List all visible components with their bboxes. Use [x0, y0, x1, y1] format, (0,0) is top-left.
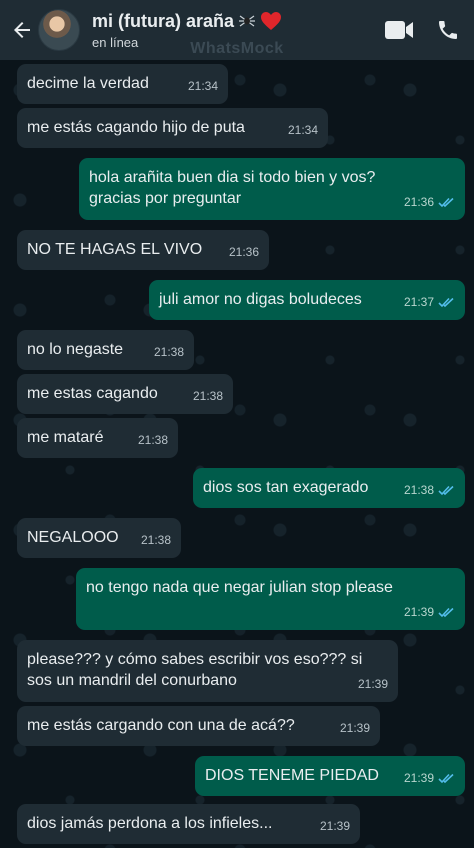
message-text: no tengo nada que negar julian stop plea… [86, 579, 393, 596]
incoming-message[interactable]: me estas cagando 21:38 [17, 374, 233, 414]
incoming-message[interactable]: me estás cargando con una de acá?? 21:39 [17, 706, 380, 746]
phone-icon [439, 21, 457, 39]
message-meta: 21:38 [138, 430, 168, 451]
message-time: 21:39 [357, 677, 388, 691]
message-meta: 21:39 [320, 816, 350, 837]
incoming-message[interactable]: please??? y cómo sabes escribir vos eso?… [17, 640, 398, 702]
message-time: 21:39 [319, 819, 350, 833]
message-time: 21:34 [187, 79, 218, 93]
incoming-message[interactable]: me mataré 21:38 [17, 418, 178, 458]
incoming-message[interactable]: me estás cagando hijo de puta 21:34 [17, 108, 328, 148]
message-time: 21:36 [228, 245, 259, 259]
double-check-icon [438, 485, 454, 496]
outgoing-message[interactable]: no tengo nada que negar julian stop plea… [76, 568, 465, 630]
double-check-icon [438, 197, 454, 208]
message-time: 21:36 [403, 195, 434, 209]
incoming-message[interactable]: NEGALOOO 21:38 [17, 518, 181, 558]
message-meta: 21:37 [404, 292, 455, 313]
video-call-button[interactable] [384, 19, 414, 41]
message-time: 21:34 [287, 123, 318, 137]
outgoing-message[interactable]: juli amor no digas boludeces 21:37 [149, 280, 465, 320]
message-text: me estás cargando con una de acá?? [27, 717, 295, 734]
message-meta: 21:38 [154, 342, 184, 363]
message-text: me estás cagando hijo de puta [27, 119, 245, 136]
spider-emoji-icon [239, 15, 256, 27]
video-call-icon [385, 21, 413, 39]
message-meta: 21:34 [288, 120, 318, 141]
incoming-message[interactable]: no lo negaste 21:38 [17, 330, 194, 370]
outgoing-message[interactable]: DIOS TENEME PIEDAD 21:39 [195, 756, 465, 796]
message-time: 21:38 [140, 533, 171, 547]
arrow-left-icon [14, 22, 30, 38]
double-check-icon [438, 297, 454, 308]
voice-call-button[interactable] [436, 18, 460, 42]
message-meta: 21:38 [141, 530, 171, 551]
contact-name: mi (futura) araña [92, 10, 235, 31]
message-time: 21:39 [403, 605, 434, 619]
incoming-message[interactable]: dios jamás perdona a los infieles... 21:3… [17, 804, 360, 844]
message-text: dios jamás perdona a los infieles... [27, 815, 273, 832]
double-check-icon [438, 607, 454, 618]
message-meta: 21:39 [404, 768, 455, 789]
message-text: hola arañita buen dia si todo bien y vos… [89, 169, 376, 207]
message-meta: 21:39 [358, 674, 388, 695]
double-check-icon [438, 773, 454, 784]
message-text: please??? y cómo sabes escribir vos eso?… [27, 651, 363, 689]
message-meta: 21:36 [229, 242, 259, 263]
watermark: WhatsMock [190, 40, 284, 57]
message-text: NO TE HAGAS EL VIVO [27, 241, 203, 258]
outgoing-message[interactable]: hola arañita buen dia si todo bien y vos… [79, 158, 465, 220]
incoming-message[interactable]: decime la verdad 21:34 [17, 64, 228, 104]
message-time: 21:39 [339, 721, 370, 735]
message-time: 21:39 [403, 771, 434, 785]
contact-name-row: mi (futura) araña [92, 11, 282, 32]
message-meta: 21:39 [404, 602, 455, 623]
message-time: 21:38 [192, 389, 223, 403]
message-time: 21:38 [403, 483, 434, 497]
message-time: 21:37 [403, 295, 434, 309]
message-meta: 21:38 [404, 480, 455, 501]
message-meta: 21:39 [340, 718, 370, 739]
incoming-message[interactable]: NO TE HAGAS EL VIVO 21:36 [17, 230, 269, 270]
message-time: 21:38 [153, 345, 184, 359]
message-time: 21:38 [137, 433, 168, 447]
heart-emoji-icon [261, 12, 282, 30]
message-meta: 21:34 [188, 76, 218, 97]
outgoing-message[interactable]: dios sos tan exagerado 21:38 [193, 468, 465, 508]
message-meta: 21:36 [404, 192, 455, 213]
message-meta: 21:38 [193, 386, 223, 407]
